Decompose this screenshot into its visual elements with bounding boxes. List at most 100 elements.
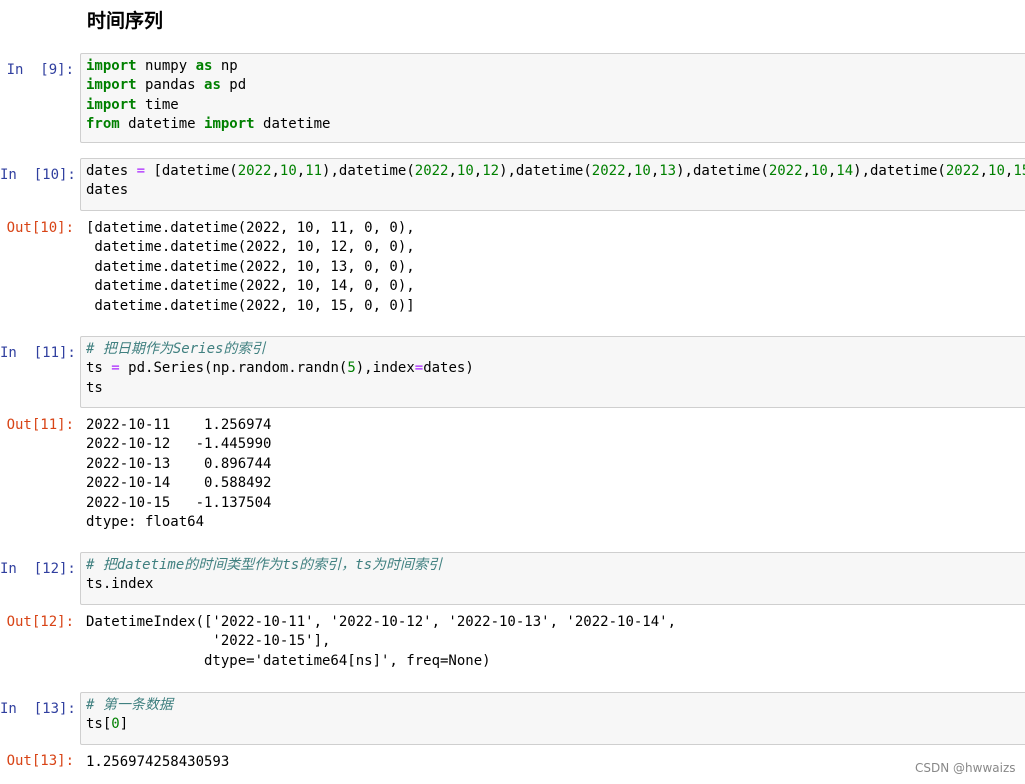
code-token: 10 bbox=[456, 163, 474, 179]
code-token: ),index bbox=[355, 360, 415, 377]
code-token: ] bbox=[119, 716, 129, 733]
in-prompt-12: In [12]: bbox=[0, 561, 76, 577]
code-token: datetime bbox=[254, 116, 331, 133]
code-token: 5 bbox=[347, 360, 356, 377]
output-line: datetime.datetime(2022, 10, 12, 0, 0), bbox=[86, 239, 415, 256]
output-line: DatetimeIndex(['2022-10-11', '2022-10-12… bbox=[86, 614, 677, 630]
code-line: from datetime import datetime bbox=[86, 115, 1025, 134]
code-token: 11 bbox=[305, 163, 323, 179]
code-token: , bbox=[271, 163, 280, 179]
output-line: 2022-10-15 -1.137504 bbox=[86, 494, 272, 511]
code-line: ts[0] bbox=[86, 715, 1025, 734]
code-token: time bbox=[136, 96, 179, 113]
code-token: datetime bbox=[119, 116, 205, 133]
code-token: , bbox=[802, 163, 811, 179]
out-prompt-12: Out[12]: bbox=[6, 614, 74, 630]
code-line: dates = [datetime(2022,10,11),datetime(2… bbox=[86, 162, 1025, 181]
in-prompt-13: In [13]: bbox=[0, 701, 76, 717]
code-token: import bbox=[86, 58, 137, 74]
code-token: 10 bbox=[988, 163, 1005, 179]
in-prompt-9: In [9]: bbox=[6, 62, 74, 78]
code-token: , bbox=[448, 163, 457, 179]
code-token: dates bbox=[86, 182, 129, 199]
code-line: ts.index bbox=[86, 575, 1025, 594]
code-token: as bbox=[204, 77, 221, 94]
output-line: dtype: float64 bbox=[86, 513, 205, 530]
code-cell-11[interactable]: # 把日期作为Series的索引 ts = pd.Series(np.random… bbox=[80, 336, 1025, 408]
code-token: = bbox=[414, 360, 424, 377]
code-token: 14 bbox=[836, 163, 854, 179]
output-line: 2022-10-14 0.588492 bbox=[86, 475, 272, 492]
code-token: 10 bbox=[810, 163, 828, 179]
code-line: import numpy as np bbox=[86, 57, 1025, 76]
output-line: 2022-10-11 1.256974 bbox=[86, 417, 272, 433]
output-line: 2022-10-13 0.896744 bbox=[86, 455, 272, 472]
code-cell-12[interactable]: # 把datetime的时间类型作为ts的索引，ts为时间索引 ts.index bbox=[80, 552, 1025, 605]
code-token: 2022 bbox=[945, 163, 980, 179]
output-12: DatetimeIndex(['2022-10-11', '2022-10-12… bbox=[86, 613, 676, 671]
code-line: import pandas as pd bbox=[86, 76, 1025, 95]
code-token: 2022 bbox=[591, 163, 626, 179]
out-prompt-13: Out[13]: bbox=[6, 753, 74, 769]
code-token: ),datetime( bbox=[853, 163, 946, 179]
code-token: import bbox=[204, 116, 255, 133]
output-line: datetime.datetime(2022, 10, 14, 0, 0), bbox=[86, 278, 415, 295]
code-cell-10[interactable]: dates = [datetime(2022,10,11),datetime(2… bbox=[80, 158, 1025, 211]
code-token: as bbox=[195, 58, 213, 74]
code-token: ),datetime( bbox=[499, 163, 592, 179]
code-line: # 第一条数据 bbox=[86, 696, 1025, 715]
output-11: 2022-10-11 1.256974 2022-10-12 -1.445990 2… bbox=[86, 416, 271, 532]
code-token: import bbox=[86, 77, 137, 94]
code-token: import bbox=[86, 96, 137, 113]
code-token: 0 bbox=[111, 716, 120, 733]
code-token: # 把datetime的时间类型作为ts的索引，ts为时间索引 bbox=[86, 557, 443, 573]
code-token: ts.index bbox=[86, 576, 154, 593]
code-token: , bbox=[625, 163, 634, 179]
code-line: # 把datetime的时间类型作为ts的索引，ts为时间索引 bbox=[86, 556, 1025, 575]
code-token: 2022 bbox=[414, 163, 449, 179]
out-prompt-11: Out[11]: bbox=[6, 417, 74, 433]
out-prompt-10: Out[10]: bbox=[6, 220, 74, 236]
in-prompt-10: In [10]: bbox=[0, 167, 76, 183]
output-13: 1.256974258430593 bbox=[86, 753, 229, 772]
code-token: ),datetime( bbox=[676, 163, 769, 179]
code-token: = bbox=[111, 360, 120, 377]
code-line: # 把日期作为Series的索引 bbox=[86, 340, 1025, 359]
code-token: from bbox=[86, 116, 120, 133]
output-line: 1.256974258430593 bbox=[86, 754, 230, 770]
code-token: pandas bbox=[136, 77, 205, 94]
code-token: np bbox=[212, 58, 238, 74]
code-token: = bbox=[136, 163, 146, 179]
code-token: ),datetime( bbox=[322, 163, 415, 179]
output-line: datetime.datetime(2022, 10, 13, 0, 0), bbox=[86, 258, 415, 275]
output-10: [datetime.datetime(2022, 10, 11, 0, 0), … bbox=[86, 219, 415, 316]
output-line: [datetime.datetime(2022, 10, 11, 0, 0), bbox=[86, 220, 415, 236]
code-token: dates bbox=[86, 163, 137, 179]
code-token: 15 bbox=[1013, 163, 1025, 179]
code-token: , bbox=[296, 163, 306, 179]
code-token: 10 bbox=[279, 163, 297, 179]
code-token: ts bbox=[86, 379, 103, 396]
section-heading: 时间序列 bbox=[87, 10, 164, 32]
code-token: dates) bbox=[423, 360, 474, 377]
code-token: , bbox=[650, 163, 660, 179]
code-token: pd.Series(np.random.randn( bbox=[119, 360, 348, 377]
code-token: [datetime( bbox=[145, 163, 238, 179]
code-token: # 第一条数据 bbox=[86, 697, 173, 713]
code-token: # 把日期作为Series的索引 bbox=[86, 341, 266, 357]
code-token: 2022 bbox=[768, 163, 803, 179]
code-token: pd bbox=[220, 77, 247, 94]
output-line: '2022-10-15'], bbox=[86, 633, 331, 650]
code-token: numpy bbox=[136, 58, 196, 74]
code-token: ts bbox=[86, 360, 112, 377]
output-line: datetime.datetime(2022, 10, 15, 0, 0)] bbox=[86, 297, 415, 314]
code-token: 2022 bbox=[237, 163, 272, 179]
code-line: dates bbox=[86, 181, 1025, 200]
code-cell-13[interactable]: # 第一条数据 ts[0] bbox=[80, 692, 1025, 745]
code-token: , bbox=[473, 163, 483, 179]
code-token: 10 bbox=[633, 163, 651, 179]
output-line: dtype='datetime64[ns]', freq=None) bbox=[86, 652, 491, 669]
code-token: , bbox=[979, 163, 989, 179]
code-line: ts bbox=[86, 379, 1025, 398]
code-cell-9[interactable]: import numpy as np import pandas as pd imp… bbox=[80, 53, 1025, 143]
